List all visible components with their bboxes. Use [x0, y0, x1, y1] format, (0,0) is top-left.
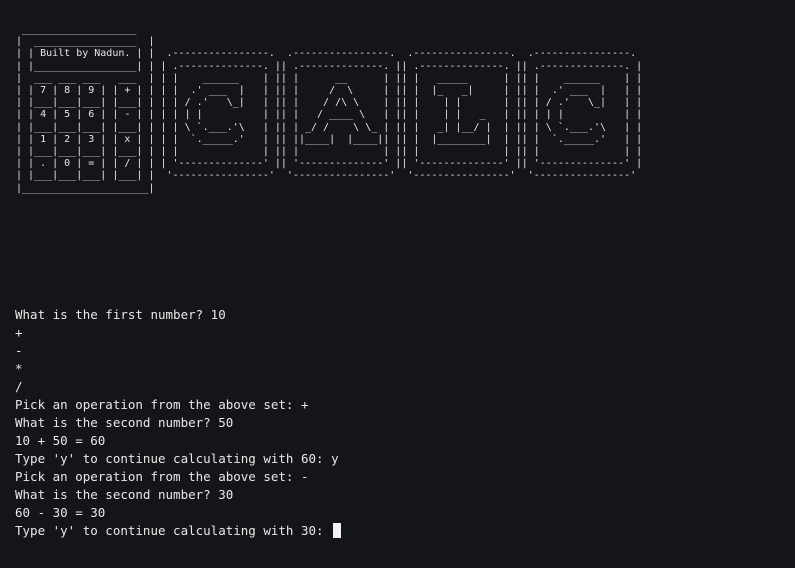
output-line: Type 'y' to continue calculating with 60…: [15, 451, 339, 466]
text-cursor[interactable]: [333, 523, 342, 538]
prompt-text: Type 'y' to continue calculating with 30…: [15, 523, 332, 538]
output-line: Pick an operation from the above set: +: [15, 397, 309, 412]
output-line: Pick an operation from the above set: -: [15, 469, 309, 484]
output-line: +: [15, 325, 23, 340]
output-line: /: [15, 379, 23, 394]
prompt-line[interactable]: Type 'y' to continue calculating with 30…: [15, 522, 342, 540]
calc-ascii-banner: ___________________ | _________________ …: [16, 24, 643, 194]
terminal-window[interactable]: ___________________ | _________________ …: [0, 0, 795, 568]
output-line: *: [15, 361, 23, 376]
output-line: What is the first number? 10: [15, 307, 226, 322]
terminal-output: What is the first number? 10 + - * / Pic…: [15, 306, 342, 540]
output-line: What is the second number? 50: [15, 415, 234, 430]
output-line: 60 - 30 = 30: [15, 505, 106, 520]
output-line: What is the second number? 30: [15, 487, 234, 502]
output-line: -: [15, 343, 23, 358]
output-line: 10 + 50 = 60: [15, 433, 106, 448]
